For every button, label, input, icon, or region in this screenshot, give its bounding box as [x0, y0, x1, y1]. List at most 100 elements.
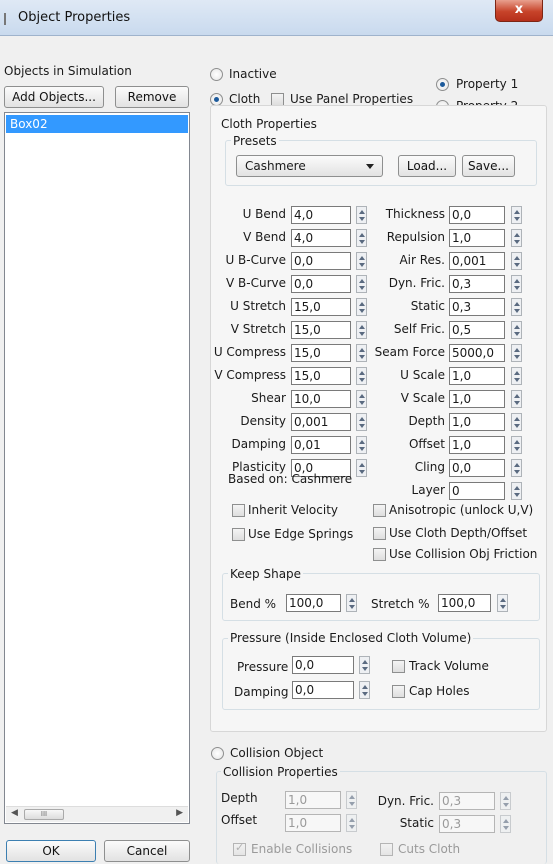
- self-fric-label: Self Fric.: [393, 322, 445, 336]
- repulsion-spinner[interactable]: [511, 229, 522, 247]
- v-scale-spinner[interactable]: [511, 390, 522, 408]
- use-collision-obj-friction-checkbox[interactable]: [373, 548, 386, 561]
- v-b-curve-field[interactable]: 0,0: [291, 275, 351, 293]
- collision-dyn-fric-label: Dyn. Fric.: [377, 794, 434, 808]
- offset-field[interactable]: 1,0: [449, 436, 505, 454]
- static-field[interactable]: 0,3: [449, 298, 505, 316]
- cap-holes-checkbox[interactable]: [392, 685, 405, 698]
- v-stretch-spinner[interactable]: [356, 321, 367, 339]
- damping-field[interactable]: 0,01: [291, 436, 351, 454]
- v-scale-label: V Scale: [400, 391, 445, 405]
- scroll-right-icon[interactable]: ▶: [176, 808, 183, 818]
- collision-offset-spinner: [346, 814, 357, 832]
- u-scale-field[interactable]: 1,0: [449, 367, 505, 385]
- remove-button[interactable]: Remove: [115, 86, 189, 108]
- air-res-field[interactable]: 0,001: [449, 252, 505, 270]
- scroll-left-icon[interactable]: ◀: [11, 808, 18, 818]
- u-bend-spinner[interactable]: [356, 206, 367, 224]
- use-edge-springs-checkbox[interactable]: [232, 528, 245, 541]
- scroll-thumb[interactable]: III: [24, 809, 64, 820]
- self-fric-spinner[interactable]: [511, 321, 522, 339]
- density-field[interactable]: 0,001: [291, 413, 351, 431]
- depth-spinner[interactable]: [511, 413, 522, 431]
- offset-label: Offset: [408, 437, 445, 451]
- pressure-label: Pressure: [237, 660, 289, 674]
- collision-static-spinner: [500, 815, 511, 833]
- plasticity-spinner[interactable]: [356, 459, 367, 477]
- close-button[interactable]: x: [495, 0, 543, 22]
- u-b-curve-spinner[interactable]: [356, 252, 367, 270]
- dyn-fric-field[interactable]: 0,3: [449, 275, 505, 293]
- stretch-percent-spinner[interactable]: [497, 594, 508, 612]
- save-preset-button[interactable]: Save...: [462, 155, 515, 177]
- seam-force-field[interactable]: 5000,0: [449, 344, 505, 362]
- thickness-spinner[interactable]: [511, 206, 522, 224]
- dyn-fric-spinner[interactable]: [511, 275, 522, 293]
- u-b-curve-field[interactable]: 0,0: [291, 252, 351, 270]
- self-fric-field[interactable]: 0,5: [449, 321, 505, 339]
- static-label: Static: [410, 299, 445, 313]
- density-spinner[interactable]: [356, 413, 367, 431]
- thickness-field[interactable]: 0,0: [449, 206, 505, 224]
- cling-field[interactable]: 0,0: [449, 459, 505, 477]
- air-res-spinner[interactable]: [511, 252, 522, 270]
- inactive-radio[interactable]: [210, 68, 223, 81]
- use-cloth-depth-offset-checkbox[interactable]: [373, 527, 386, 540]
- u-scale-spinner[interactable]: [511, 367, 522, 385]
- offset-spinner[interactable]: [511, 436, 522, 454]
- cuts-cloth-checkbox: [380, 843, 393, 856]
- pressure-title: Pressure (Inside Enclosed Cloth Volume): [228, 631, 474, 645]
- inherit-velocity-checkbox[interactable]: [232, 504, 245, 517]
- v-bend-field[interactable]: 4,0: [291, 229, 351, 247]
- u-scale-label: U Scale: [400, 368, 445, 382]
- static-spinner[interactable]: [511, 298, 522, 316]
- dyn-fric-label: Dyn. Fric.: [388, 276, 445, 290]
- cling-label: Cling: [414, 460, 445, 474]
- u-stretch-spinner[interactable]: [356, 298, 367, 316]
- pressure-spinner[interactable]: [359, 656, 370, 674]
- window-menu-icon[interactable]: [4, 13, 10, 25]
- layer-field[interactable]: 0: [449, 482, 505, 500]
- layer-spinner[interactable]: [511, 482, 522, 500]
- cling-spinner[interactable]: [511, 459, 522, 477]
- property1-radio[interactable]: [436, 78, 449, 91]
- u-stretch-field[interactable]: 15,0: [291, 298, 351, 316]
- track-volume-checkbox[interactable]: [392, 660, 405, 673]
- shear-field[interactable]: 10,0: [291, 390, 351, 408]
- v-compress-spinner[interactable]: [356, 367, 367, 385]
- collision-depth-field: 1,0: [285, 791, 341, 809]
- anisotropic-checkbox[interactable]: [373, 504, 386, 517]
- density-label: Density: [240, 414, 286, 428]
- damping-spinner[interactable]: [356, 436, 367, 454]
- v-compress-field[interactable]: 15,0: [291, 367, 351, 385]
- v-scale-field[interactable]: 1,0: [449, 390, 505, 408]
- objects-list[interactable]: Box02 ◀ III ▶: [4, 112, 190, 824]
- u-compress-field[interactable]: 15,0: [291, 344, 351, 362]
- v-stretch-field[interactable]: 15,0: [291, 321, 351, 339]
- stretch-percent-field[interactable]: 100,0: [438, 594, 491, 612]
- seam-force-spinner[interactable]: [511, 344, 522, 362]
- collision-properties-title: Collision Properties: [221, 765, 340, 779]
- u-bend-field[interactable]: 4,0: [291, 206, 351, 224]
- collision-static-field: 0,3: [439, 815, 495, 833]
- bend-percent-spinner[interactable]: [346, 594, 357, 612]
- u-compress-spinner[interactable]: [356, 344, 367, 362]
- pressure-damping-field[interactable]: 0,0: [292, 681, 354, 699]
- load-preset-button[interactable]: Load...: [398, 155, 456, 177]
- list-item[interactable]: Box02: [6, 115, 188, 133]
- shear-spinner[interactable]: [356, 390, 367, 408]
- bend-percent-field[interactable]: 100,0: [286, 594, 341, 612]
- depth-field[interactable]: 1,0: [449, 413, 505, 431]
- presets-dropdown[interactable]: Cashmere: [236, 155, 383, 177]
- v-b-curve-spinner[interactable]: [356, 275, 367, 293]
- presets-value: Cashmere: [245, 159, 306, 173]
- ok-button[interactable]: OK: [6, 840, 96, 862]
- collision-object-radio[interactable]: [211, 747, 224, 760]
- add-objects-button[interactable]: Add Objects...: [4, 86, 104, 108]
- v-bend-spinner[interactable]: [356, 229, 367, 247]
- pressure-damping-spinner[interactable]: [359, 681, 370, 699]
- repulsion-field[interactable]: 1,0: [449, 229, 505, 247]
- pressure-field[interactable]: 0,0: [292, 656, 354, 674]
- cancel-button[interactable]: Cancel: [104, 840, 190, 862]
- horizontal-scrollbar[interactable]: ◀ III ▶: [6, 806, 188, 822]
